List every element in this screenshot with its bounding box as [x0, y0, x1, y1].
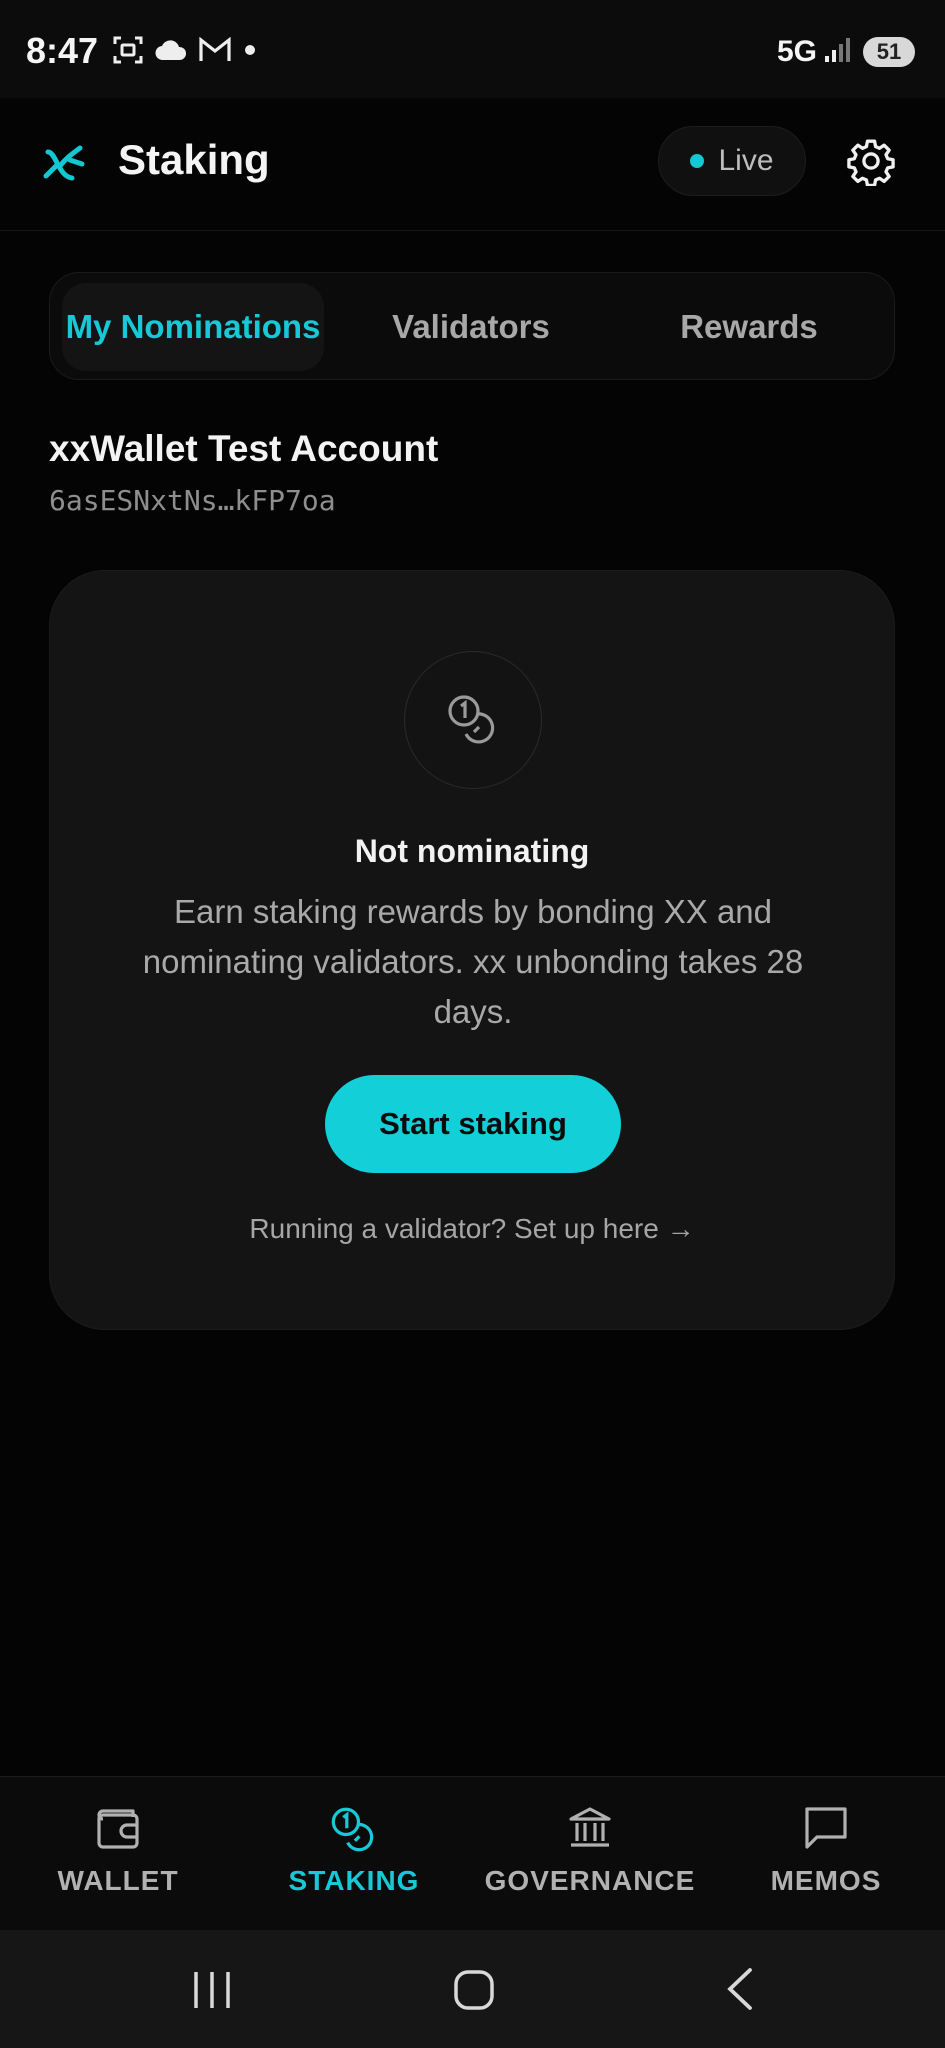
home-icon[interactable]	[452, 1964, 496, 2019]
nav-governance-label: GOVERNANCE	[484, 1865, 696, 1896]
tab-validators[interactable]: Validators	[340, 283, 602, 371]
dot-icon	[242, 42, 258, 63]
nav-wallet-label: WALLET	[57, 1865, 179, 1896]
not-nominating-card: Not nominating Earn staking rewards by b…	[49, 570, 895, 1330]
nav-staking-label: STAKING	[288, 1865, 420, 1896]
nav-governance[interactable]: GOVERNANCE	[472, 1777, 708, 1931]
validator-setup-link[interactable]: Running a validator? Set up here →	[50, 1213, 894, 1245]
chat-icon	[801, 1803, 851, 1855]
live-status-badge[interactable]: Live	[658, 126, 806, 196]
empty-state-title: Not nominating	[354, 833, 590, 869]
nav-wallet[interactable]: WALLET	[0, 1777, 236, 1931]
status-notification-icons	[112, 34, 258, 71]
gear-icon[interactable]	[846, 136, 896, 191]
coins-icon	[327, 1803, 381, 1855]
network-type: 5G	[776, 34, 817, 68]
status-bar: 8:47 5G 51	[0, 0, 945, 98]
system-navigation-bar	[0, 1930, 945, 2048]
gmail-icon	[198, 36, 232, 68]
start-staking-button[interactable]: Start staking	[325, 1075, 621, 1173]
tab-rewards[interactable]: Rewards	[618, 283, 880, 371]
tab-my-nominations[interactable]: My Nominations	[62, 283, 324, 371]
live-dot-icon	[690, 154, 705, 168]
cloud-icon	[154, 38, 188, 67]
xx-logo-icon	[42, 142, 86, 191]
empty-state-description: Earn staking rewards by bonding XX and n…	[142, 893, 804, 1030]
account-address[interactable]: 6asESNxtNs…kFP7oa	[49, 484, 336, 517]
screenshot-icon	[112, 34, 144, 71]
battery-indicator: 51	[863, 36, 915, 67]
coins-icon	[404, 651, 542, 789]
wallet-icon	[93, 1803, 143, 1855]
page-title: Staking	[118, 136, 270, 183]
nav-memos[interactable]: MEMOS	[708, 1777, 944, 1931]
signal-icon	[825, 34, 855, 69]
governance-icon	[565, 1803, 615, 1855]
status-time: 8:47	[26, 30, 99, 71]
live-label: Live	[718, 144, 774, 177]
nav-staking[interactable]: STAKING	[236, 1777, 472, 1931]
account-name: xxWallet Test Account	[49, 428, 439, 469]
staking-tabs: My Nominations Validators Rewards	[49, 272, 895, 380]
bottom-navigation: WALLET STAKING GOVERNANCE MEMOS	[0, 1776, 945, 1931]
app-header: Staking Live	[0, 98, 945, 231]
back-icon[interactable]	[720, 1964, 764, 2019]
recent-apps-icon[interactable]	[190, 1964, 234, 2019]
nav-memos-label: MEMOS	[770, 1865, 882, 1896]
